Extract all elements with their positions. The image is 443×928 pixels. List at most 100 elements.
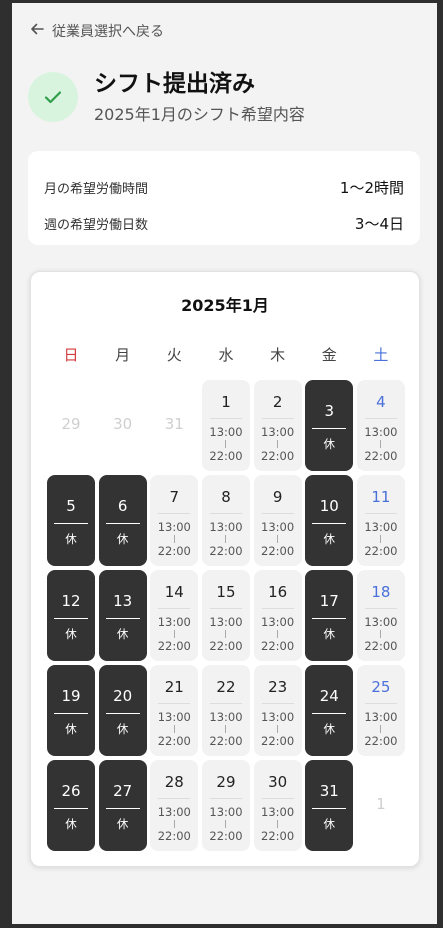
shift-end-time: 22:00 [157,734,191,748]
weekday-wed: 水 [218,346,234,364]
shift-range-bar [225,440,227,448]
shift-start-time: 13:00 [261,710,295,724]
weekday-fri: 金 [321,346,337,364]
calendar-day-outside-month: 29 [47,380,95,471]
calendar-day-shift[interactable]: 22 13:00 22:00 [201,665,250,756]
day-divider [209,418,242,419]
shift-range-bar [225,725,227,733]
day-number: 21 [164,678,184,696]
calendar-day-off[interactable]: 27 休 [98,760,147,851]
page-title: シフト提出済み [94,71,255,97]
day-divider [158,798,191,799]
calendar-day-shift[interactable]: 8 13:00 22:00 [201,475,250,566]
calendar-day-off[interactable]: 10 休 [305,475,354,566]
shift-end-time: 22:00 [261,639,295,653]
shift-start-time: 13:00 [364,425,398,439]
day-off-label: 休 [116,722,129,736]
shift-end-time: 22:00 [364,734,398,748]
calendar-day-off[interactable]: 24 休 [305,665,354,756]
calendar-day-shift[interactable]: 29 13:00 22:00 [201,760,250,851]
day-divider [364,703,397,704]
calendar-day-shift[interactable]: 4 13:00 22:00 [356,380,405,471]
calendar-day-off[interactable]: 20 休 [98,665,147,756]
day-divider [261,513,294,514]
shift-end-time: 22:00 [209,639,243,653]
day-divider [105,808,140,809]
day-number: 1 [221,393,231,411]
calendar-day-shift[interactable]: 30 13:00 22:00 [253,760,302,851]
calendar-day-off[interactable]: 6休 [98,475,147,566]
shift-range-bar [173,820,175,828]
calendar-day-off[interactable]: 5休 [47,475,95,566]
calendar-day-shift[interactable]: 28 13:00 22:00 [150,760,199,851]
day-divider [261,798,294,799]
weekday-sun: 日 [63,346,79,364]
calendar-day-off[interactable]: 12 休 [47,570,95,661]
shift-start-time: 13:00 [364,520,398,534]
day-number: 17 [319,592,339,610]
day-divider [105,713,140,714]
shift-end-time: 22:00 [209,544,243,558]
day-divider [209,798,242,799]
calendar-day-shift[interactable]: 21 13:00 22:00 [150,665,199,756]
calendar-day-shift[interactable]: 25 13:00 22:00 [356,665,405,756]
day-divider [105,523,140,524]
shift-range-bar [173,535,175,543]
calendar-day-shift[interactable]: 16 13:00 22:00 [253,570,302,661]
calendar-day-shift[interactable]: 9 13:00 22:00 [253,475,302,566]
shift-range-bar [380,630,382,638]
calendar-day-shift[interactable]: 1 13:00 22:00 [201,380,250,471]
day-number: 25 [371,678,391,696]
day-number: 1 [376,795,386,813]
shift-end-time: 22:00 [209,734,243,748]
calendar-day-shift[interactable]: 7 13:00 22:00 [150,475,199,566]
shift-end-time: 22:00 [364,544,398,558]
day-divider [312,808,347,809]
window-frame-bottom [0,924,443,928]
calendar-day-shift[interactable]: 15 13:00 22:00 [201,570,250,661]
day-number: 5 [66,497,76,515]
shift-start-time: 13:00 [157,805,191,819]
calendar-day-outside-month: 1 [357,760,405,851]
day-number: 14 [164,583,184,601]
shift-range-bar [225,630,227,638]
calendar-title: 2025年1月 [181,296,269,315]
calendar-day-shift[interactable]: 23 13:00 22:00 [253,665,302,756]
day-number: 19 [61,687,81,705]
day-off-label: 休 [323,627,336,641]
shift-range-bar [173,630,175,638]
calendar-day-shift[interactable]: 11 13:00 22:00 [356,475,405,566]
day-number: 12 [61,592,81,610]
shift-end-time: 22:00 [157,829,191,843]
calendar-day-off[interactable]: 31 休 [305,760,354,851]
calendar-day-off[interactable]: 13 休 [98,570,147,661]
day-off-label: 休 [116,627,129,641]
day-number: 6 [117,497,128,515]
calendar-grid: 29 30 31 1 13:00 22:00 2 13:00 22:00 3 休 4 13:00 22:0… [47,380,405,851]
calendar-day-off[interactable]: 17 休 [305,570,354,661]
calendar-day-off[interactable]: 26 休 [47,760,95,851]
shift-start-time: 13:00 [209,425,243,439]
day-off-label: 休 [323,437,336,451]
day-divider [54,808,88,809]
shift-end-time: 22:00 [261,734,295,748]
calendar-day-off[interactable]: 19 休 [47,665,95,756]
day-divider [312,713,347,714]
calendar-day-shift[interactable]: 18 13:00 22:00 [356,570,405,661]
day-number: 3 [324,402,335,420]
weekday-header: 日 月 火 水 木 金 土 [47,344,405,365]
shift-range-bar [277,725,279,733]
day-divider [261,418,294,419]
monthly-hours-label: 月の希望労働時間 [44,181,149,197]
calendar-day-off[interactable]: 3休 [305,380,354,471]
back-to-employee-select-link[interactable]: 従業員選択へ戻る [30,21,164,41]
day-number: 30 [113,415,133,433]
day-off-label: 休 [65,532,77,546]
shift-end-time: 22:00 [157,544,191,558]
check-icon [28,72,78,122]
day-divider [364,513,397,514]
calendar-day-shift[interactable]: 14 13:00 22:00 [150,570,199,661]
shift-range-bar [277,820,279,828]
day-divider [158,703,191,704]
calendar-day-shift[interactable]: 2 13:00 22:00 [253,380,302,471]
